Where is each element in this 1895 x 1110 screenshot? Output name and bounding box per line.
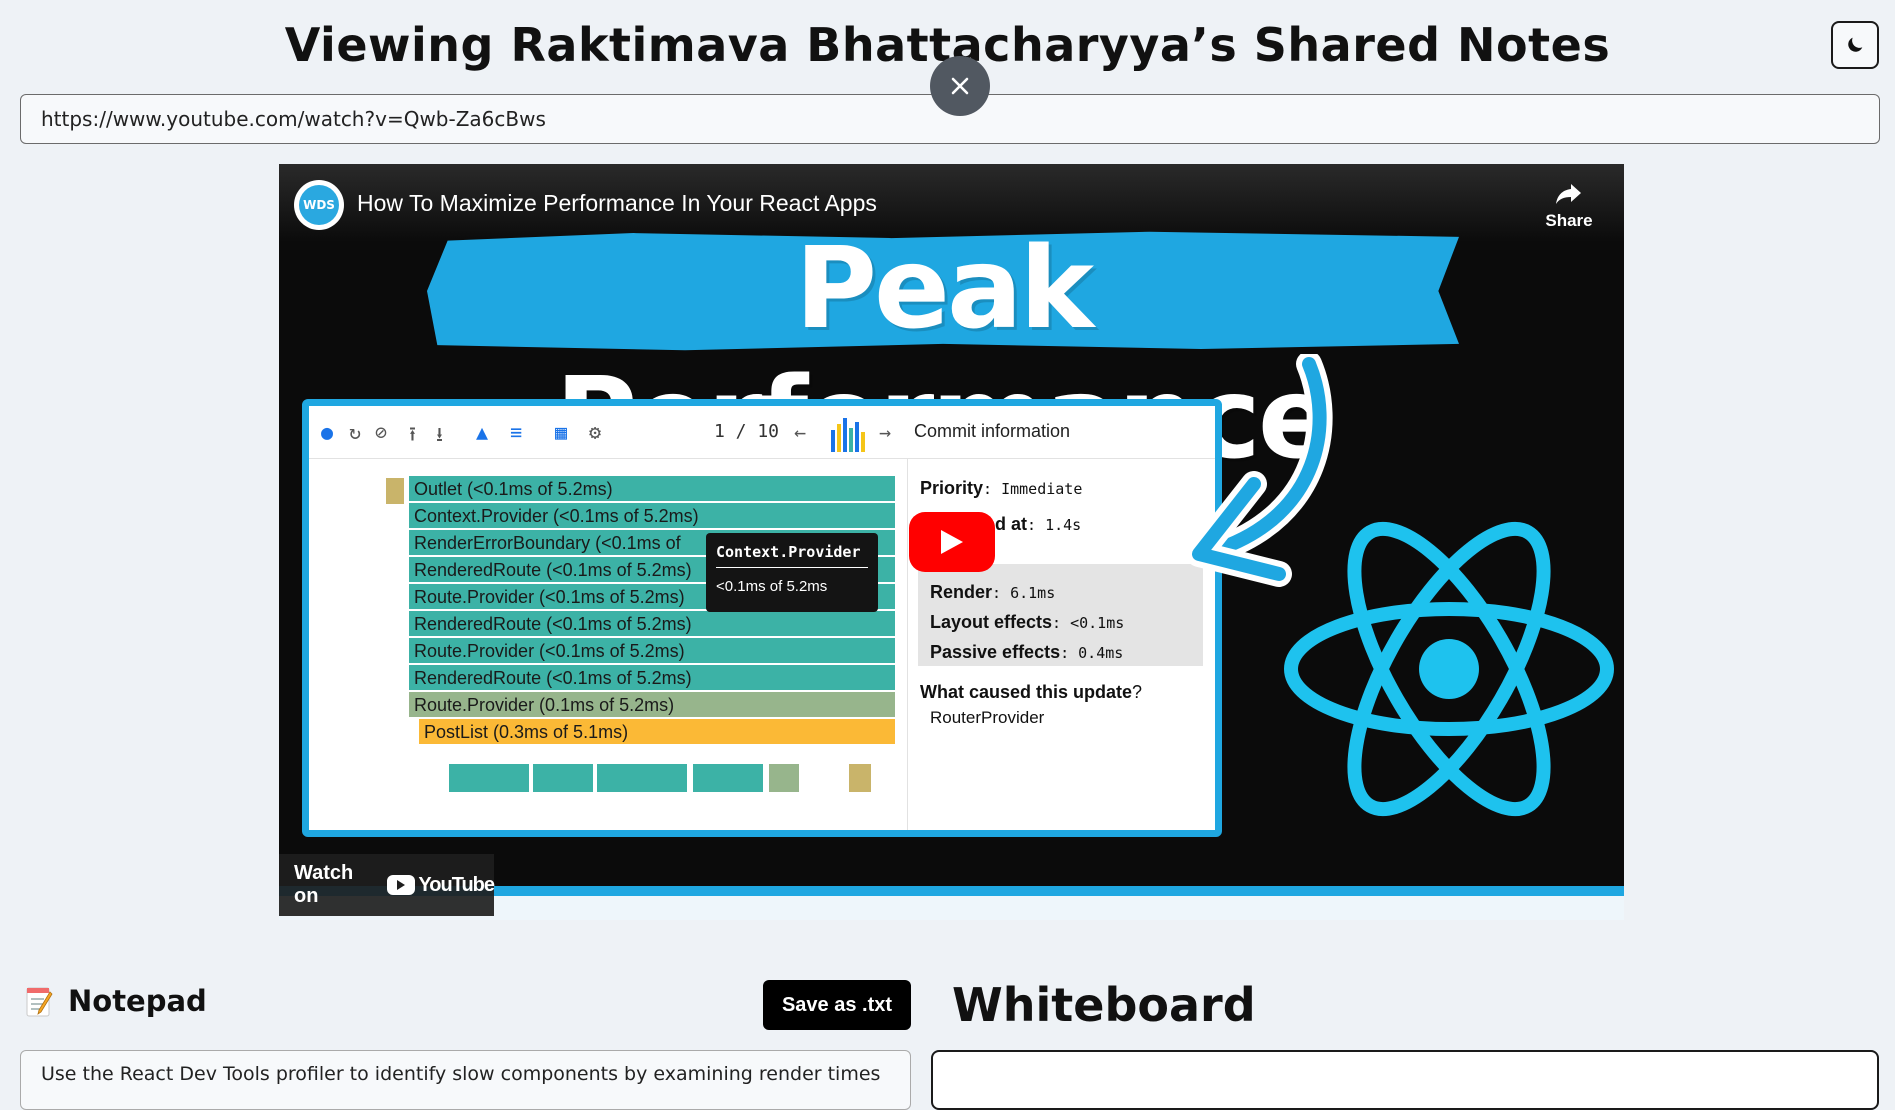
youtube-logo: YouTube bbox=[387, 873, 495, 897]
commit-bars-icon bbox=[829, 416, 869, 456]
flame-bar bbox=[693, 764, 763, 792]
timeline-icon: ▦ bbox=[555, 420, 568, 444]
share-label: Share bbox=[1545, 211, 1593, 230]
priority-label: Priority bbox=[920, 478, 984, 498]
memo-icon bbox=[24, 984, 56, 1018]
share-button[interactable]: Share bbox=[1534, 182, 1604, 231]
next-icon: → bbox=[879, 420, 892, 444]
notepad-textarea[interactable]: Use the React Dev Tools profiler to iden… bbox=[20, 1050, 911, 1110]
flame-icon: ▲ bbox=[476, 420, 489, 444]
flame-child-bars bbox=[449, 764, 885, 792]
settings-icon: ⚙ bbox=[589, 420, 602, 444]
channel-logo-text: WDS bbox=[299, 185, 339, 225]
upload-icon: ⭱ bbox=[409, 422, 416, 446]
flame-tooltip: Context.Provider <0.1ms of 5.2ms bbox=[706, 533, 878, 612]
ranked-icon: ≡ bbox=[510, 420, 523, 444]
flame-row: RenderedRoute (<0.1ms of 5.2ms) bbox=[409, 611, 895, 638]
layout-effects-label: Layout effects bbox=[930, 612, 1053, 632]
priority-value: : Immediate bbox=[983, 480, 1083, 498]
flame-row: RenderedRoute (<0.1ms of 5.2ms) bbox=[409, 665, 895, 692]
moon-icon bbox=[1848, 37, 1863, 52]
prev-icon: ← bbox=[794, 420, 807, 444]
watch-on-youtube-button[interactable]: Watch on YouTube bbox=[279, 854, 495, 916]
theme-toggle-button[interactable] bbox=[1831, 21, 1879, 69]
react-logo-icon bbox=[1284, 521, 1614, 817]
flame-bar bbox=[533, 764, 593, 792]
flame-row: PostList (0.3ms of 5.1ms) bbox=[419, 719, 895, 746]
tooltip-title: Context.Provider bbox=[716, 543, 868, 568]
share-icon bbox=[1556, 184, 1581, 204]
flame-bar bbox=[849, 764, 871, 792]
flame-bar bbox=[449, 764, 529, 792]
flame-row: Route.Provider (0.1ms of 5.2ms) bbox=[409, 692, 895, 719]
watch-on-label: Watch on bbox=[294, 862, 354, 907]
close-icon bbox=[951, 77, 969, 95]
flame-bar bbox=[769, 764, 799, 792]
render-value: : 6.1ms bbox=[992, 584, 1056, 602]
download-icon: ⭳ bbox=[436, 422, 443, 446]
committed-value: : 1.4s bbox=[1027, 516, 1082, 534]
flame-row: Context.Provider (<0.1ms of 5.2ms) bbox=[409, 503, 895, 530]
commit-page: 1 / 10 bbox=[714, 421, 780, 442]
flame-row: Route.Provider (<0.1ms of 5.2ms) bbox=[409, 638, 895, 665]
tooltip-subtitle: <0.1ms of 5.2ms bbox=[716, 578, 828, 595]
clear-icon: ⊘ bbox=[375, 420, 388, 444]
layout-effects-value: : <0.1ms bbox=[1052, 614, 1125, 632]
cause-value: RouterProvider bbox=[930, 708, 1045, 727]
flame-bar bbox=[597, 764, 687, 792]
whiteboard-canvas[interactable] bbox=[931, 1050, 1879, 1110]
cause-label: What caused this update bbox=[920, 682, 1133, 702]
save-as-txt-button[interactable]: Save as .txt bbox=[763, 980, 911, 1030]
record-icon: ● bbox=[321, 420, 334, 444]
flame-block bbox=[386, 478, 404, 504]
notepad-header: Notepad bbox=[24, 984, 207, 1018]
youtube-wordmark: YouTube bbox=[418, 873, 495, 896]
devtools-toolbar: ● ↻ ⊘ ⭱ ⭳ ▲ ≡ ▦ ⚙ 1 / 10 ← → Commit info… bbox=[309, 406, 1215, 459]
play-icon bbox=[941, 530, 963, 554]
video-embed[interactable]: Peak Performance ● ↻ ⊘ ⭱ ⭳ ▲ ≡ ▦ ⚙ 1 / 1… bbox=[279, 164, 1624, 920]
close-button[interactable] bbox=[930, 56, 990, 116]
whiteboard-title: Whiteboard bbox=[952, 978, 1256, 1032]
render-label: Render bbox=[930, 582, 993, 602]
notepad-title: Notepad bbox=[68, 984, 207, 1018]
flame-row: Outlet (<0.1ms of 5.2ms) bbox=[409, 476, 895, 503]
thumbnail-devtools-panel: ● ↻ ⊘ ⭱ ⭳ ▲ ≡ ▦ ⚙ 1 / 10 ← → Commit info… bbox=[302, 399, 1222, 837]
play-button[interactable] bbox=[909, 512, 995, 572]
video-title-link[interactable]: How To Maximize Performance In Your Reac… bbox=[357, 190, 877, 217]
youtube-play-icon bbox=[387, 875, 416, 895]
reload-icon: ↻ bbox=[349, 420, 362, 444]
commit-info-title: Commit information bbox=[914, 421, 1071, 441]
passive-effects-value: : 0.4ms bbox=[1060, 644, 1124, 662]
channel-logo[interactable]: WDS bbox=[294, 180, 344, 230]
passive-effects-label: Passive effects bbox=[930, 642, 1061, 662]
